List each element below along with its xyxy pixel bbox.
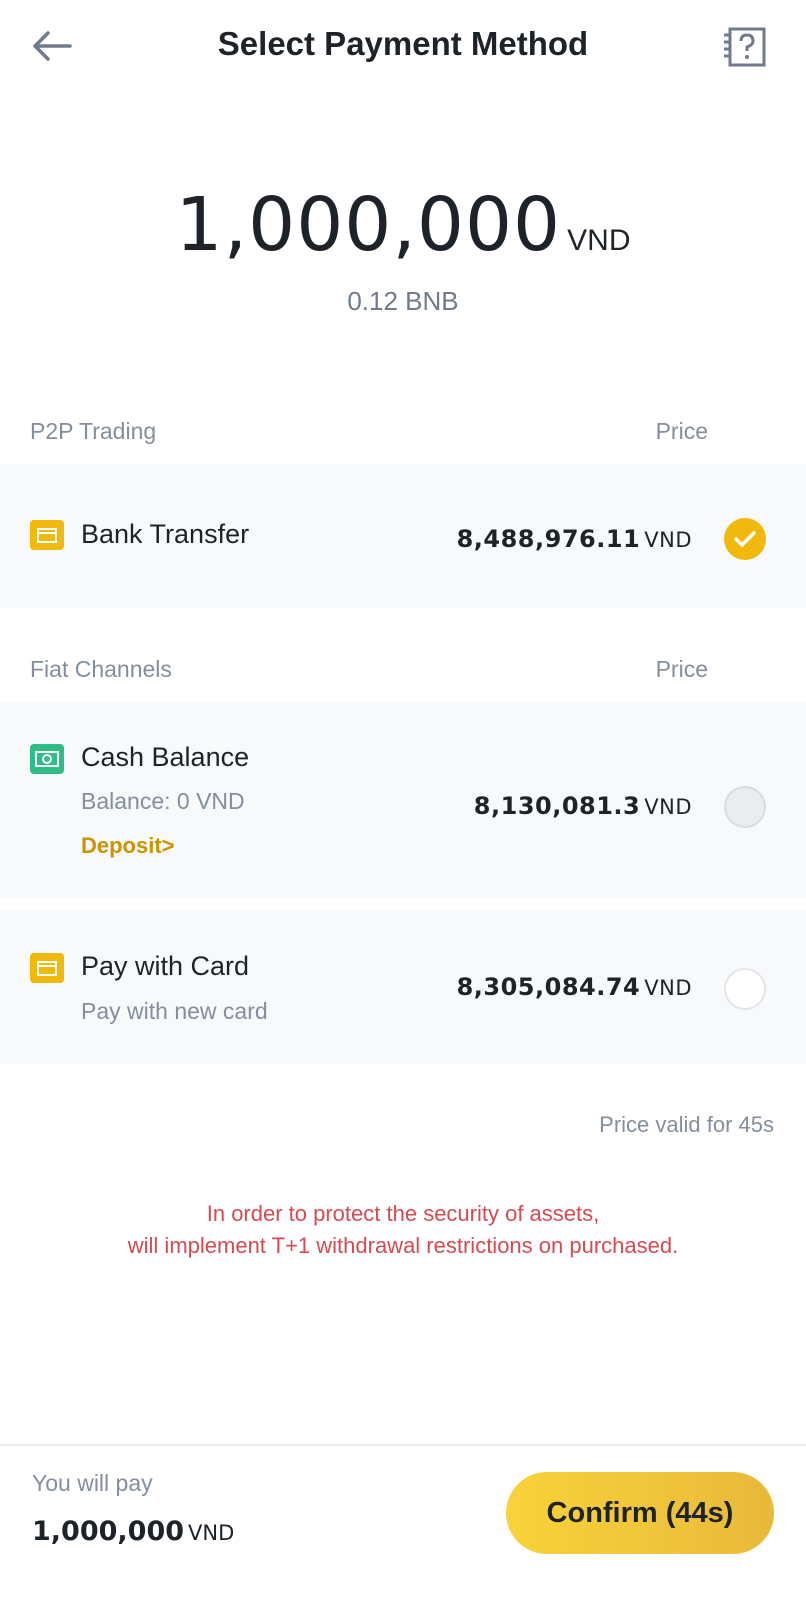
pay-amount: 1,000,000 VND <box>32 1516 235 1547</box>
fiat-amount: 1,000,000 <box>175 182 562 268</box>
pay-label: You will pay <box>32 1470 153 1496</box>
amount-summary: 1,000,000 VND 0.12 BNB <box>0 182 806 317</box>
header: Select Payment Method <box>0 0 806 95</box>
method-price: 8,130,081.3 VND <box>473 792 692 820</box>
fiat-section-label: Fiat Channels <box>30 656 172 682</box>
payment-option-bank-transfer[interactable]: Bank Transfer 8,488,976.11 VND <box>0 464 806 608</box>
balance-text: Balance: 0 VND <box>81 788 245 814</box>
payment-option-pay-with-card[interactable]: Pay with Card Pay with new card 8,305,08… <box>0 910 806 1064</box>
payment-option-cash-balance[interactable]: Cash Balance Balance: 0 VND Deposit> 8,1… <box>0 702 806 898</box>
fiat-unit: VND <box>567 224 631 257</box>
method-name: Cash Balance <box>81 742 250 772</box>
fiat-price-header: Price <box>655 656 708 682</box>
radio-button[interactable] <box>724 786 766 828</box>
method-price: 8,488,976.11 VND <box>456 525 692 553</box>
bank-card-icon <box>30 520 64 550</box>
confirm-button[interactable]: Confirm (44s) <box>506 1472 774 1554</box>
footer-bar: You will pay 1,000,000 VND Confirm (44s) <box>0 1444 806 1600</box>
crypto-amount: 0.12 BNB <box>347 286 459 316</box>
selected-check-icon[interactable] <box>724 518 766 560</box>
method-name: Pay with Card <box>81 951 250 981</box>
deposit-link[interactable]: Deposit> <box>81 833 175 859</box>
radio-button[interactable] <box>724 968 766 1010</box>
price-valid-timer: Price valid for 45s <box>599 1112 774 1137</box>
method-price: 8,305,084.74 VND <box>456 973 692 1001</box>
cash-icon <box>30 744 64 774</box>
page-title: Select Payment Method <box>217 25 589 62</box>
method-name: Bank Transfer <box>81 519 250 549</box>
help-guide-icon[interactable] <box>722 26 768 68</box>
security-notice: In order to protect the security of asse… <box>127 1201 679 1258</box>
p2p-price-header: Price <box>655 418 708 444</box>
credit-card-icon <box>30 953 64 983</box>
p2p-section-label: P2P Trading <box>30 418 157 444</box>
method-subtitle: Pay with new card <box>81 998 268 1024</box>
